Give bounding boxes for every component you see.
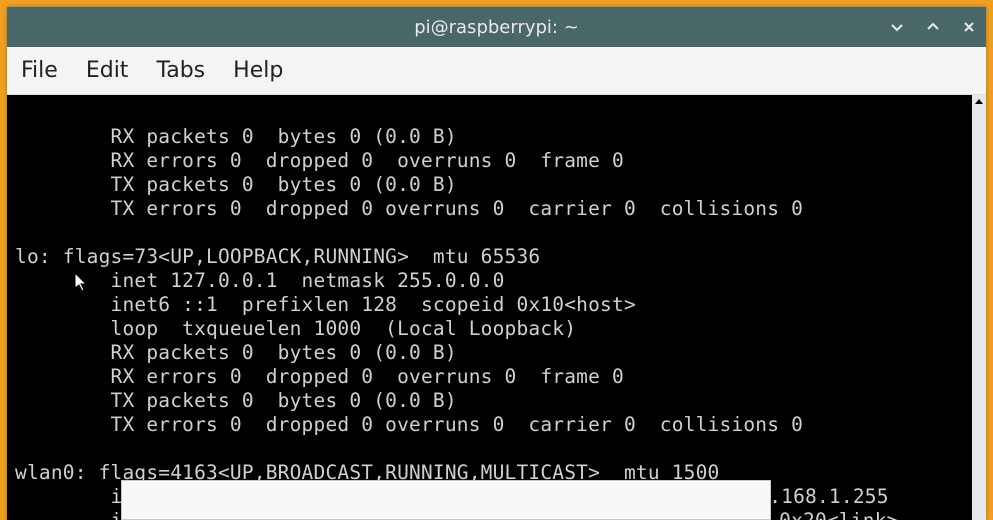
scrollbar[interactable] — [972, 95, 986, 520]
terminal-line: inet 127.0.0.1 netmask 255.0.0.0 — [15, 269, 505, 292]
window-controls — [888, 7, 978, 47]
terminal-line: TX errors 0 dropped 0 overruns 0 carrier… — [15, 197, 803, 220]
context-popup[interactable] — [121, 480, 771, 520]
maximize-icon[interactable] — [924, 21, 942, 33]
menu-tabs[interactable]: Tabs — [156, 58, 205, 83]
menu-edit[interactable]: Edit — [86, 58, 129, 83]
terminal-line: lo: flags=73<UP,LOOPBACK,RUNNING> mtu 65… — [15, 245, 540, 268]
window-title: pi@raspberrypi: ~ — [414, 17, 579, 38]
terminal-area[interactable]: RX packets 0 bytes 0 (0.0 B) RX errors 0… — [7, 95, 986, 520]
terminal-line: RX errors 0 dropped 0 overruns 0 frame 0 — [15, 149, 624, 172]
terminal-line: loop txqueuelen 1000 (Local Loopback) — [15, 317, 576, 340]
scroll-up-icon[interactable] — [972, 95, 986, 109]
close-icon[interactable] — [960, 21, 978, 33]
terminal-line: inet6 ::1 prefixlen 128 scopeid 0x10<hos… — [15, 293, 636, 316]
terminal-line: TX packets 0 bytes 0 (0.0 B) — [15, 389, 457, 412]
terminal-line: TX packets 0 bytes 0 (0.0 B) — [15, 173, 457, 196]
terminal-line: RX packets 0 bytes 0 (0.0 B) — [15, 125, 457, 148]
terminal-window: pi@raspberrypi: ~ File Edit Tabs Help RX… — [7, 7, 986, 520]
terminal-line: RX errors 0 dropped 0 overruns 0 frame 0 — [15, 365, 624, 388]
titlebar: pi@raspberrypi: ~ — [7, 7, 986, 47]
menu-file[interactable]: File — [21, 58, 58, 83]
terminal-line: TX errors 0 dropped 0 overruns 0 carrier… — [15, 413, 803, 436]
menu-help[interactable]: Help — [233, 58, 283, 83]
menubar: File Edit Tabs Help — [7, 47, 986, 95]
terminal-line: RX packets 0 bytes 0 (0.0 B) — [15, 341, 457, 364]
minimize-icon[interactable] — [888, 21, 906, 33]
terminal-output[interactable]: RX packets 0 bytes 0 (0.0 B) RX errors 0… — [7, 95, 986, 520]
